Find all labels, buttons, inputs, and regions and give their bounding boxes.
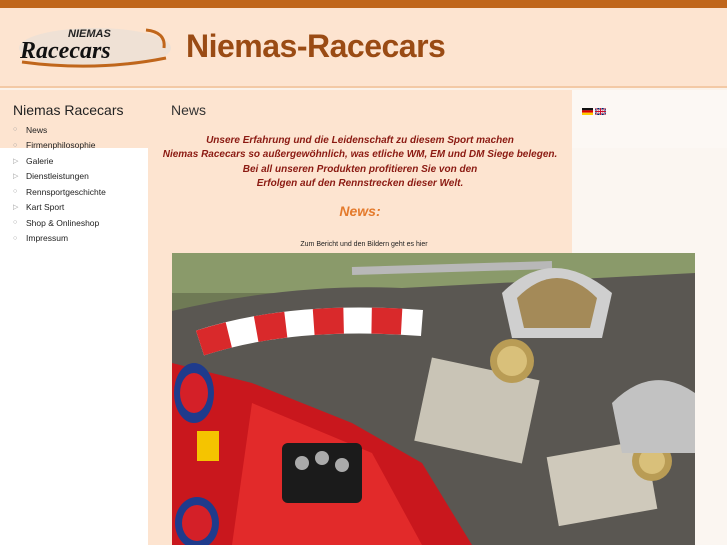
sidebar-item-dienstleistungen[interactable]: ▷ Dienstleistungen	[13, 169, 106, 185]
sidebar-item-rennsportgeschichte[interactable]: ○ Rennsportgeschichte	[13, 184, 106, 200]
german-flag-icon[interactable]	[582, 108, 593, 115]
sidebar-item-news[interactable]: ○ News	[13, 122, 106, 138]
site-header: NIEMAS Racecars Niemas-Racecars	[0, 8, 727, 88]
sidebar-item-label: Rennsportgeschichte	[26, 186, 106, 197]
triangle-expand-icon[interactable]: ▷	[13, 157, 23, 165]
sidebar-item-label: Firmenphilosophie	[26, 140, 96, 151]
circle-bullet-icon: ○	[13, 141, 18, 149]
sidebar-item-label: Impressum	[26, 233, 69, 244]
triangle-expand-icon[interactable]: ▷	[13, 172, 23, 180]
page-title: News	[171, 102, 207, 118]
news-heading: News:	[339, 203, 381, 219]
logo-word-bottom: Racecars	[19, 38, 111, 64]
sidebar-item-label: Dienstleistungen	[26, 171, 89, 182]
sidebar-item-label: Shop & Onlineshop	[26, 217, 100, 228]
circle-bullet-icon: ○	[13, 126, 18, 134]
triangle-expand-icon[interactable]: ▷	[13, 203, 23, 211]
circle-bullet-icon: ○	[13, 234, 18, 242]
intro-line: Erfolgen auf den Rennstrecken dieser Wel…	[256, 177, 464, 189]
circle-bullet-icon: ○	[13, 219, 18, 227]
sidebar-item-label: Kart Sport	[26, 202, 65, 213]
intro-line: Niemas Racecars so außergewöhnlich, was …	[162, 149, 558, 161]
report-link[interactable]: Zum Bericht und den Bildern geht es hier	[148, 241, 580, 248]
intro-line: Bei all unseren Produkten profitieren Si…	[242, 163, 478, 175]
sidebar-item-kart-sport[interactable]: ▷ Kart Sport	[13, 200, 106, 216]
intro-line: Unsere Erfahrung und die Leidenschaft zu…	[206, 135, 514, 146]
sidebar-item-shop[interactable]: ○ Shop & Onlineshop	[13, 215, 106, 231]
top-accent-bar	[0, 0, 727, 8]
sidebar-item-label: News	[26, 124, 48, 135]
sidebar: Niemas Racecars ○ News ○ Firmenphilosophie…	[0, 90, 148, 545]
intro-text: Unsere Erfahrung und die Leidenschaft zu…	[148, 134, 572, 191]
site-title: Niemas-Racecars	[186, 28, 446, 64]
circle-bullet-icon: ○	[13, 188, 18, 196]
sidebar-item-impressum[interactable]: ○ Impressum	[13, 231, 106, 247]
sidebar-item-firmenphilosophie[interactable]: ○ Firmenphilosophie	[13, 138, 106, 154]
right-header-band	[572, 90, 727, 148]
sidebar-item-label: Galerie	[26, 155, 54, 166]
sidebar-nav: ○ News ○ Firmenphilosophie ▷ Galerie ▷ Diens…	[13, 122, 106, 246]
sidebar-item-galerie[interactable]: ▷ Galerie	[13, 153, 106, 169]
english-flag-icon[interactable]	[595, 108, 606, 115]
sidebar-title: Niemas Racecars	[13, 102, 124, 118]
niemas-racecars-logo[interactable]: NIEMAS Racecars	[16, 22, 174, 72]
news-photo[interactable]	[172, 253, 695, 545]
